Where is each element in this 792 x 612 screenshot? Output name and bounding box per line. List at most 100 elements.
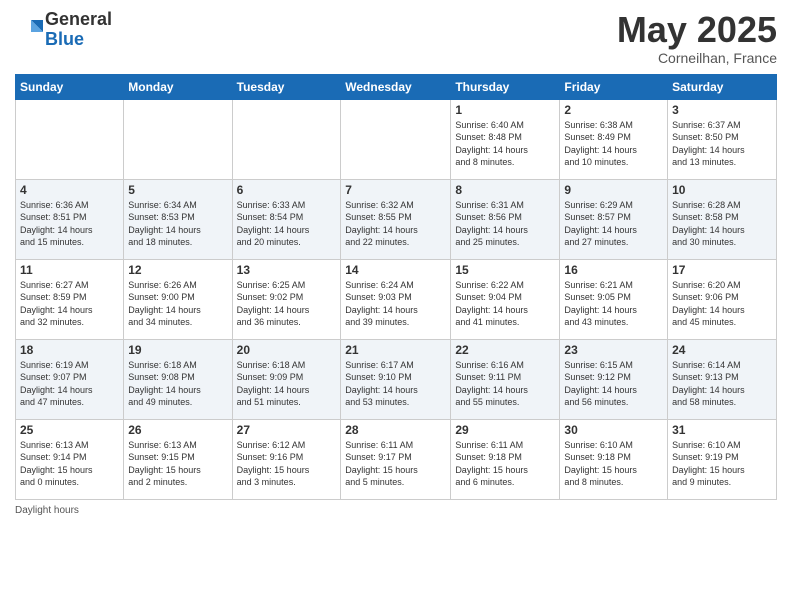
day-info: Sunrise: 6:21 AM Sunset: 9:05 PM Dayligh… bbox=[564, 279, 663, 329]
calendar-cell: 5 Sunrise: 6:34 AM Sunset: 8:53 PM Daylig… bbox=[124, 179, 232, 259]
month-title: May 2025 bbox=[617, 10, 777, 50]
day-info: Sunrise: 6:24 AM Sunset: 9:03 PM Dayligh… bbox=[345, 279, 446, 329]
title-block: May 2025 Corneilhan, France bbox=[617, 10, 777, 66]
day-number: 29 bbox=[455, 423, 555, 437]
calendar-cell bbox=[232, 99, 341, 179]
day-number: 24 bbox=[672, 343, 772, 357]
logo-blue-text: Blue bbox=[45, 29, 84, 49]
day-info: Sunrise: 6:18 AM Sunset: 9:09 PM Dayligh… bbox=[237, 359, 337, 409]
day-number: 9 bbox=[564, 183, 663, 197]
day-number: 8 bbox=[455, 183, 555, 197]
day-info: Sunrise: 6:26 AM Sunset: 9:00 PM Dayligh… bbox=[128, 279, 227, 329]
header: General Blue May 2025 Corneilhan, France bbox=[15, 10, 777, 66]
day-info: Sunrise: 6:29 AM Sunset: 8:57 PM Dayligh… bbox=[564, 199, 663, 249]
weekday-header: Wednesday bbox=[341, 74, 451, 99]
calendar-cell: 25Sunrise: 6:13 AM Sunset: 9:14 PM Dayli… bbox=[16, 419, 124, 499]
daylight-label: Daylight hours bbox=[15, 505, 79, 516]
day-info: Sunrise: 6:34 AM Sunset: 8:53 PM Dayligh… bbox=[128, 199, 227, 249]
day-info: Sunrise: 6:38 AM Sunset: 8:49 PM Dayligh… bbox=[564, 119, 663, 169]
calendar-cell: 8 Sunrise: 6:31 AM Sunset: 8:56 PM Daylig… bbox=[451, 179, 560, 259]
calendar-table: SundayMondayTuesdayWednesdayThursdayFrid… bbox=[15, 74, 777, 500]
day-number: 27 bbox=[237, 423, 337, 437]
calendar-week-row: 18 Sunrise: 6:19 AM Sunset: 9:07 PM Dayli… bbox=[16, 339, 777, 419]
day-info: Sunrise: 6:10 AM Sunset: 9:18 PM Dayligh… bbox=[564, 439, 663, 489]
calendar-cell: 28 Sunrise: 6:11 AM Sunset: 9:17 PM Dayli… bbox=[341, 419, 451, 499]
calendar-cell: 21Sunrise: 6:17 AM Sunset: 9:10 PM Dayli… bbox=[341, 339, 451, 419]
day-info: Sunrise: 6:13 AM Sunset: 9:15 PM Dayligh… bbox=[128, 439, 227, 489]
day-number: 12 bbox=[128, 263, 227, 277]
calendar-cell: 15Sunrise: 6:22 AM Sunset: 9:04 PM Dayli… bbox=[451, 259, 560, 339]
day-info: Sunrise: 6:14 AM Sunset: 9:13 PM Dayligh… bbox=[672, 359, 772, 409]
day-info: Sunrise: 6:19 AM Sunset: 9:07 PM Dayligh… bbox=[20, 359, 119, 409]
calendar-cell: 13 Sunrise: 6:25 AM Sunset: 9:02 PM Dayli… bbox=[232, 259, 341, 339]
day-info: Sunrise: 6:11 AM Sunset: 9:17 PM Dayligh… bbox=[345, 439, 446, 489]
day-info: Sunrise: 6:40 AM Sunset: 8:48 PM Dayligh… bbox=[455, 119, 555, 169]
day-number: 20 bbox=[237, 343, 337, 357]
day-number: 26 bbox=[128, 423, 227, 437]
day-info: Sunrise: 6:33 AM Sunset: 8:54 PM Dayligh… bbox=[237, 199, 337, 249]
day-number: 10 bbox=[672, 183, 772, 197]
day-info: Sunrise: 6:31 AM Sunset: 8:56 PM Dayligh… bbox=[455, 199, 555, 249]
logo: General Blue bbox=[15, 10, 112, 50]
calendar-cell: 19 Sunrise: 6:18 AM Sunset: 9:08 PM Dayli… bbox=[124, 339, 232, 419]
day-number: 23 bbox=[564, 343, 663, 357]
day-number: 7 bbox=[345, 183, 446, 197]
calendar-cell: 31 Sunrise: 6:10 AM Sunset: 9:19 PM Dayli… bbox=[668, 419, 777, 499]
calendar-cell bbox=[124, 99, 232, 179]
calendar-cell: 29 Sunrise: 6:11 AM Sunset: 9:18 PM Dayli… bbox=[451, 419, 560, 499]
day-number: 14 bbox=[345, 263, 446, 277]
day-info: Sunrise: 6:27 AM Sunset: 8:59 PM Dayligh… bbox=[20, 279, 119, 329]
calendar-cell: 30 Sunrise: 6:10 AM Sunset: 9:18 PM Dayli… bbox=[560, 419, 668, 499]
day-number: 28 bbox=[345, 423, 446, 437]
day-number: 19 bbox=[128, 343, 227, 357]
day-info: Sunrise: 6:11 AM Sunset: 9:18 PM Dayligh… bbox=[455, 439, 555, 489]
weekday-header: Monday bbox=[124, 74, 232, 99]
day-number: 6 bbox=[237, 183, 337, 197]
calendar-cell: 2 Sunrise: 6:38 AM Sunset: 8:49 PM Daylig… bbox=[560, 99, 668, 179]
calendar-cell: 7 Sunrise: 6:32 AM Sunset: 8:55 PM Daylig… bbox=[341, 179, 451, 259]
logo-general-text: General bbox=[45, 9, 112, 29]
day-number: 22 bbox=[455, 343, 555, 357]
calendar-cell bbox=[16, 99, 124, 179]
day-number: 1 bbox=[455, 103, 555, 117]
day-number: 5 bbox=[128, 183, 227, 197]
calendar-cell: 6 Sunrise: 6:33 AM Sunset: 8:54 PM Daylig… bbox=[232, 179, 341, 259]
weekday-header: Friday bbox=[560, 74, 668, 99]
calendar-cell: 22Sunrise: 6:16 AM Sunset: 9:11 PM Dayli… bbox=[451, 339, 560, 419]
weekday-header: Sunday bbox=[16, 74, 124, 99]
day-number: 17 bbox=[672, 263, 772, 277]
calendar-cell: 3Sunrise: 6:37 AM Sunset: 8:50 PM Daylig… bbox=[668, 99, 777, 179]
calendar-cell: 18 Sunrise: 6:19 AM Sunset: 9:07 PM Dayli… bbox=[16, 339, 124, 419]
weekday-header: Tuesday bbox=[232, 74, 341, 99]
day-info: Sunrise: 6:18 AM Sunset: 9:08 PM Dayligh… bbox=[128, 359, 227, 409]
calendar-cell: 16 Sunrise: 6:21 AM Sunset: 9:05 PM Dayli… bbox=[560, 259, 668, 339]
weekday-header: Saturday bbox=[668, 74, 777, 99]
day-number: 30 bbox=[564, 423, 663, 437]
day-number: 31 bbox=[672, 423, 772, 437]
day-number: 18 bbox=[20, 343, 119, 357]
calendar-cell: 1 Sunrise: 6:40 AM Sunset: 8:48 PM Daylig… bbox=[451, 99, 560, 179]
day-number: 16 bbox=[564, 263, 663, 277]
calendar-week-row: 11Sunrise: 6:27 AM Sunset: 8:59 PM Dayli… bbox=[16, 259, 777, 339]
day-info: Sunrise: 6:15 AM Sunset: 9:12 PM Dayligh… bbox=[564, 359, 663, 409]
calendar-week-row: 1 Sunrise: 6:40 AM Sunset: 8:48 PM Daylig… bbox=[16, 99, 777, 179]
calendar-week-row: 4Sunrise: 6:36 AM Sunset: 8:51 PM Daylig… bbox=[16, 179, 777, 259]
day-info: Sunrise: 6:25 AM Sunset: 9:02 PM Dayligh… bbox=[237, 279, 337, 329]
day-info: Sunrise: 6:10 AM Sunset: 9:19 PM Dayligh… bbox=[672, 439, 772, 489]
day-info: Sunrise: 6:17 AM Sunset: 9:10 PM Dayligh… bbox=[345, 359, 446, 409]
day-info: Sunrise: 6:36 AM Sunset: 8:51 PM Dayligh… bbox=[20, 199, 119, 249]
calendar-cell bbox=[341, 99, 451, 179]
day-info: Sunrise: 6:32 AM Sunset: 8:55 PM Dayligh… bbox=[345, 199, 446, 249]
calendar-cell: 4Sunrise: 6:36 AM Sunset: 8:51 PM Daylig… bbox=[16, 179, 124, 259]
day-number: 13 bbox=[237, 263, 337, 277]
day-info: Sunrise: 6:12 AM Sunset: 9:16 PM Dayligh… bbox=[237, 439, 337, 489]
logo-icon bbox=[15, 16, 43, 44]
day-info: Sunrise: 6:20 AM Sunset: 9:06 PM Dayligh… bbox=[672, 279, 772, 329]
calendar-cell: 12 Sunrise: 6:26 AM Sunset: 9:00 PM Dayli… bbox=[124, 259, 232, 339]
calendar-cell: 14 Sunrise: 6:24 AM Sunset: 9:03 PM Dayli… bbox=[341, 259, 451, 339]
day-info: Sunrise: 6:13 AM Sunset: 9:14 PM Dayligh… bbox=[20, 439, 119, 489]
day-number: 3 bbox=[672, 103, 772, 117]
day-info: Sunrise: 6:22 AM Sunset: 9:04 PM Dayligh… bbox=[455, 279, 555, 329]
day-number: 2 bbox=[564, 103, 663, 117]
weekday-header-row: SundayMondayTuesdayWednesdayThursdayFrid… bbox=[16, 74, 777, 99]
